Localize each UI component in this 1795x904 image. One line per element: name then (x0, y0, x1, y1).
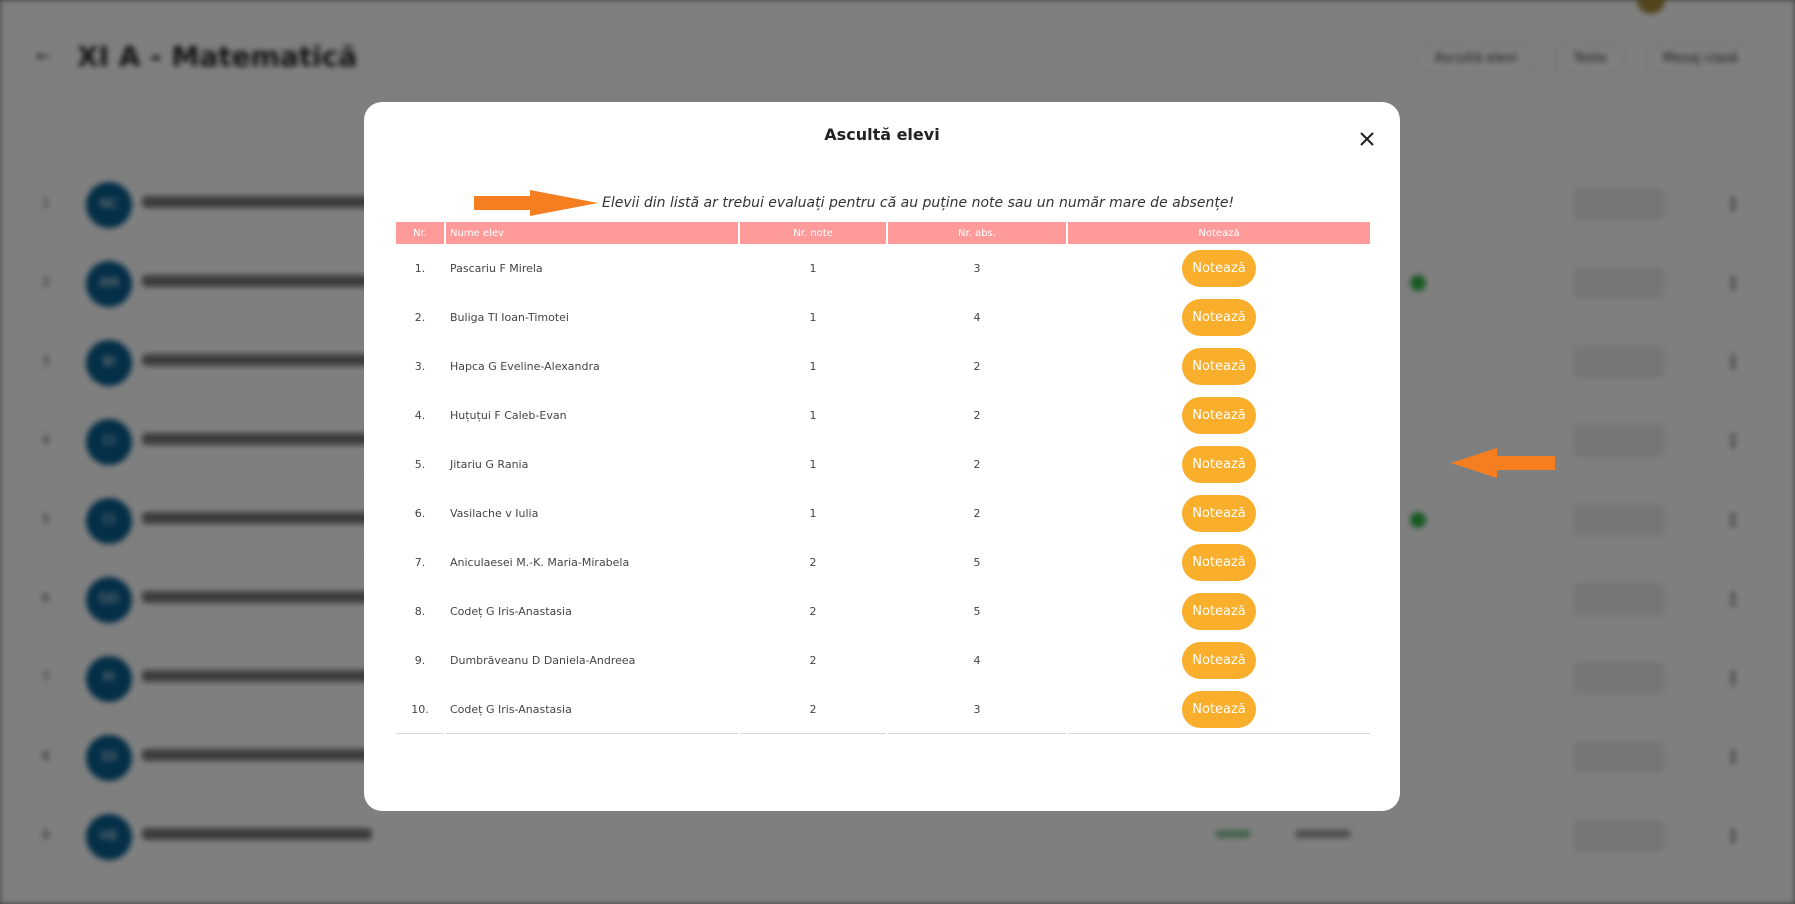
row-nr: 2. (414, 311, 426, 324)
absences-count: 2 (973, 360, 981, 373)
student-name: Pascariu F Mirela (450, 262, 543, 275)
grade-cell: Notează (1068, 440, 1370, 489)
table-row: 1. Pascariu F Mirela 1 3 Notează (396, 244, 1370, 293)
table-row: 7. Aniculaesei M.-K. Maria-Mirabela 2 5 Note… (396, 538, 1370, 587)
close-icon[interactable] (1355, 127, 1379, 151)
grade-cell: Notează (1068, 636, 1370, 685)
grade-button[interactable]: Notează (1182, 642, 1256, 679)
student-name: Jitariu G Rania (450, 458, 529, 471)
grade-button[interactable]: Notează (1182, 299, 1256, 336)
row-nr: 9. (414, 654, 426, 667)
absences-count: 5 (973, 556, 981, 569)
table-row: 10. Codeț G Iris-Anastasia 2 3 Notează (396, 685, 1370, 734)
student-name: Codeț G Iris-Anastasia (450, 605, 572, 618)
grade-cell: Notează (1068, 293, 1370, 342)
table-row: 2. Buliga TI Ioan-Timotei 1 4 Notează (396, 293, 1370, 342)
row-nr: 6. (414, 507, 426, 520)
grade-cell: Notează (1068, 391, 1370, 440)
row-nr: 1. (414, 262, 426, 275)
absences-count: 4 (973, 654, 981, 667)
grade-button[interactable]: Notează (1182, 397, 1256, 434)
notes-count: 2 (809, 605, 817, 618)
annotation-arrow-icon (1451, 448, 1555, 482)
student-name: Buliga TI Ioan-Timotei (450, 311, 569, 324)
table-row: 8. Codeț G Iris-Anastasia 2 5 Notează (396, 587, 1370, 636)
absences-count: 5 (973, 605, 981, 618)
table-row: 4. Huțuțui F Caleb-Evan 1 2 Notează (396, 391, 1370, 440)
notes-count: 2 (740, 685, 886, 734)
table-body: 1. Pascariu F Mirela 1 3 Notează 2. Buliga TI … (396, 244, 1370, 734)
notes-count: 1 (809, 507, 817, 520)
column-absences: Nr. abs. (888, 222, 1066, 244)
absences-count: 2 (973, 458, 981, 471)
grade-cell: Notează (1068, 244, 1370, 293)
table-header: Nr. Nume elev Nr. note Nr. abs. Notează (396, 222, 1370, 244)
grade-button[interactable]: Notează (1182, 348, 1256, 385)
notes-count: 1 (809, 311, 817, 324)
absences-count: 3 (888, 685, 1066, 734)
notes-count: 1 (809, 458, 817, 471)
grade-cell: Notează (1068, 489, 1370, 538)
student-name: Hapca G Eveline-Alexandra (450, 360, 600, 373)
grade-cell: Notează (1068, 685, 1370, 734)
notes-count: 1 (809, 262, 817, 275)
notes-count: 1 (809, 409, 817, 422)
annotation-arrow-icon (474, 190, 598, 216)
student-name: Aniculaesei M.-K. Maria-Mirabela (450, 556, 630, 569)
column-nr: Nr. (396, 222, 444, 244)
absences-count: 4 (973, 311, 981, 324)
grade-cell: Notează (1068, 587, 1370, 636)
row-nr: 3. (414, 360, 426, 373)
absences-count: 3 (973, 262, 981, 275)
row-nr: 10. (396, 685, 444, 734)
grade-cell: Notează (1068, 538, 1370, 587)
table-row: 6. Vasilache v Iulia 1 2 Notează (396, 489, 1370, 538)
row-nr: 8. (414, 605, 426, 618)
grade-cell: Notează (1068, 342, 1370, 391)
column-name: Nume elev (446, 222, 738, 244)
grade-button[interactable]: Notează (1182, 690, 1256, 728)
hint-text: Elevii din listă ar trebui evaluați pent… (602, 195, 1235, 211)
student-name: Vasilache v Iulia (450, 507, 539, 520)
grade-button[interactable]: Notează (1182, 446, 1256, 483)
row-nr: 7. (414, 556, 426, 569)
listen-students-modal: Ascultă elevi Elevii din listă ar trebui… (364, 102, 1555, 811)
column-notes: Nr. note (740, 222, 886, 244)
absences-count: 2 (973, 409, 981, 422)
absences-count: 2 (973, 507, 981, 520)
column-grade: Notează (1068, 222, 1370, 244)
table-row: 9. Dumbrăveanu D Daniela-Andreea 2 4 Notează (396, 636, 1370, 685)
modal-title: Ascultă elevi (824, 125, 940, 144)
row-nr: 5. (414, 458, 426, 471)
student-name: Huțuțui F Caleb-Evan (450, 409, 567, 422)
notes-count: 2 (809, 556, 817, 569)
student-name: Codeț G Iris-Anastasia (446, 685, 738, 734)
notes-count: 1 (809, 360, 817, 373)
grade-button[interactable]: Notează (1182, 250, 1256, 287)
grade-button[interactable]: Notează (1182, 593, 1256, 630)
grade-button[interactable]: Notează (1182, 544, 1256, 581)
grade-button[interactable]: Notează (1182, 495, 1256, 532)
row-nr: 4. (414, 409, 426, 422)
student-name: Dumbrăveanu D Daniela-Andreea (450, 654, 636, 667)
notes-count: 2 (809, 654, 817, 667)
students-table: Nr. Nume elev Nr. note Nr. abs. Notează … (394, 222, 1372, 734)
hint-row: Elevii din listă ar trebui evaluați pent… (474, 190, 1234, 216)
table-row: 5. Jitariu G Rania 1 2 Notează (396, 440, 1370, 489)
table-row: 3. Hapca G Eveline-Alexandra 1 2 Notează (396, 342, 1370, 391)
